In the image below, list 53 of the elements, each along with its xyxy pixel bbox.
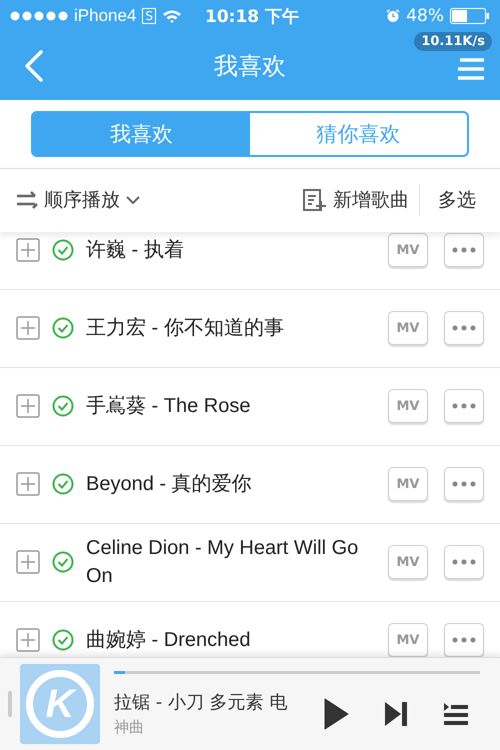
multi-select-button[interactable]: 多选 [438,187,476,214]
drag-handle[interactable] [8,691,12,718]
carrier-badge: S [142,8,156,24]
tab[interactable]: 我喜欢 [33,112,250,155]
speed-badge: 10.11K/s [414,32,492,51]
alarm-icon [386,9,400,23]
wifi-icon [162,9,182,23]
song-title: 许巍 - 执着 [86,238,185,264]
page-title: 我喜欢 [213,50,287,82]
carrier-name: iPhone4 [74,6,136,26]
more-button[interactable] [444,467,484,502]
now-playing-album: 神曲 [114,718,145,738]
chevron-down-icon [126,195,140,206]
mv-button[interactable]: MV [388,389,428,424]
back-button[interactable] [24,50,44,82]
more-button[interactable] [444,233,484,268]
add-icon[interactable] [16,394,40,418]
more-icon [452,403,476,410]
song-title: Celine Dion - My Heart Will Go On [86,536,360,590]
song-title: 王力宏 - 你不知道的事 [86,316,285,342]
more-icon [452,559,476,566]
signal-icon [10,11,68,21]
more-icon [452,481,476,488]
add-list-icon [303,189,327,212]
mv-button[interactable]: MV [388,545,428,580]
mv-button[interactable]: MV [388,311,428,346]
add-icon[interactable] [16,316,40,340]
add-icon[interactable] [16,628,40,652]
mv-button[interactable]: MV [388,467,428,502]
menu-button[interactable] [456,58,486,80]
add-icon[interactable] [16,238,40,262]
add-icon[interactable] [16,472,40,496]
logo: K [26,670,94,738]
battery-percent: 48% [406,6,444,26]
battery-icon [450,8,490,24]
song-title: 手嶌葵 - The Rose [86,394,252,420]
more-icon [452,247,476,254]
song-title: 曲婉婷 - Drenched [86,628,252,654]
progress-track[interactable] [114,671,480,674]
more-button[interactable] [444,389,484,424]
album-cover[interactable]: K [20,664,100,744]
more-icon [452,637,476,644]
shuffle-arrows-icon [16,191,38,210]
mv-button[interactable]: MV [388,233,428,268]
now-playing-title: 拉锯 - 小刀 多元素 电 [114,691,288,714]
song-title: Beyond - 真的爱你 [86,472,253,498]
more-button[interactable] [444,311,484,346]
status-time: 10:18 下午 [205,6,300,28]
add-song-button[interactable]: 新增歌曲 [303,187,409,214]
play-mode-button[interactable]: 顺序播放 [16,187,140,214]
add-icon[interactable] [16,550,40,574]
more-button[interactable] [444,545,484,580]
more-icon [452,325,476,332]
